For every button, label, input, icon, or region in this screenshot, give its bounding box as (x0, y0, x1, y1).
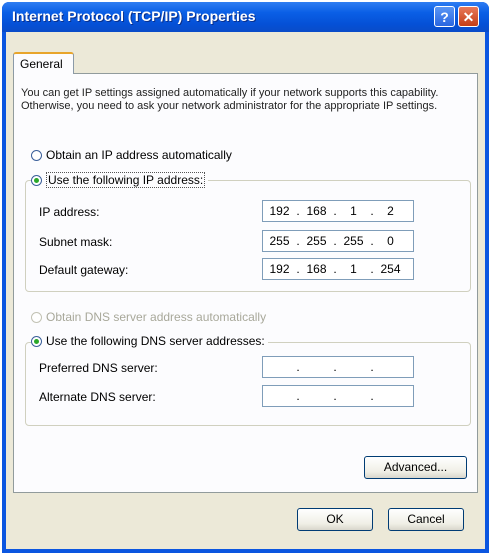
ip-octet[interactable]: 0 (374, 234, 407, 248)
obtain-dns-auto-radio[interactable]: Obtain DNS server address automatically (31, 310, 266, 324)
alternate-dns-field[interactable]: ... (262, 385, 414, 407)
use-following-ip-radio[interactable]: Use the following IP address: (31, 172, 209, 188)
radio-selected-icon (31, 174, 42, 186)
radio-icon (31, 149, 42, 161)
dns-server-group (25, 342, 471, 426)
radio-icon (31, 311, 42, 323)
cancel-button[interactable]: Cancel (388, 508, 464, 531)
ip-address-label: IP address: (39, 205, 100, 219)
default-gateway-label: Default gateway: (39, 263, 129, 277)
ip-octet[interactable]: 1 (337, 262, 370, 276)
ip-octet[interactable]: 168 (300, 262, 333, 276)
obtain-ip-auto-radio[interactable]: Obtain an IP address automatically (31, 148, 232, 162)
use-following-ip-label: Use the following IP address: (46, 172, 206, 188)
subnet-mask-label: Subnet mask: (39, 235, 113, 249)
ip-octet[interactable]: 255 (337, 234, 370, 248)
ip-dot: . (333, 360, 337, 374)
tab-general[interactable]: General (13, 52, 74, 74)
ip-octet[interactable]: 255 (263, 234, 296, 248)
use-following-dns-label: Use the following DNS server addresses: (46, 334, 265, 348)
preferred-dns-label: Preferred DNS server: (39, 361, 158, 375)
preferred-dns-field[interactable]: ... (262, 356, 414, 378)
ip-octet[interactable]: 192 (263, 204, 296, 218)
ip-dot: . (296, 389, 300, 403)
window-title: Internet Protocol (TCP/IP) Properties (12, 8, 256, 24)
use-following-dns-radio[interactable]: Use the following DNS server addresses: (31, 334, 268, 348)
subnet-mask-field[interactable]: 255. 255. 255. 0 (262, 230, 414, 252)
radio-selected-icon (31, 335, 42, 347)
ok-button[interactable]: OK (297, 508, 373, 531)
ip-octet[interactable]: 168 (300, 204, 333, 218)
help-button[interactable]: ? (434, 6, 455, 27)
ip-dot: . (370, 360, 374, 374)
ip-octet[interactable]: 2 (374, 204, 407, 218)
obtain-dns-auto-label: Obtain DNS server address automatically (46, 310, 267, 324)
dialog-client-area: General You can get IP settings assigned… (6, 32, 485, 549)
ip-octet[interactable]: 254 (374, 262, 407, 276)
ip-octet[interactable]: 255 (300, 234, 333, 248)
ip-octet[interactable]: 192 (263, 262, 296, 276)
title-bar[interactable]: Internet Protocol (TCP/IP) Properties ? … (2, 2, 489, 32)
obtain-ip-auto-label: Obtain an IP address automatically (46, 148, 232, 162)
ip-dot: . (333, 389, 337, 403)
advanced-button[interactable]: Advanced... (364, 456, 467, 479)
close-button[interactable]: ✕ (458, 6, 479, 27)
ip-dot: . (370, 389, 374, 403)
properties-window: Internet Protocol (TCP/IP) Properties ? … (2, 2, 489, 553)
general-tab-panel: You can get IP settings assigned automat… (13, 73, 478, 493)
alternate-dns-label: Alternate DNS server: (39, 390, 156, 404)
ip-octet[interactable]: 1 (337, 204, 370, 218)
ip-address-field[interactable]: 192. 168. 1. 2 (262, 200, 414, 222)
description-text: You can get IP settings assigned automat… (21, 87, 439, 112)
default-gateway-field[interactable]: 192. 168. 1. 254 (262, 258, 414, 280)
ip-dot: . (296, 360, 300, 374)
